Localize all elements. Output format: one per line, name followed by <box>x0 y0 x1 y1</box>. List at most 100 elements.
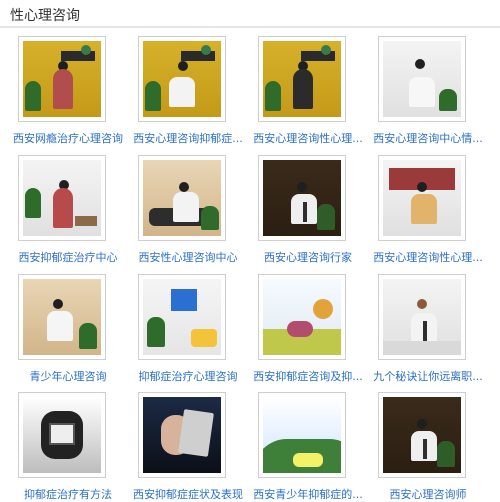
tree <box>313 299 333 319</box>
photo[interactable] <box>263 160 341 236</box>
plant <box>439 89 457 111</box>
person-head <box>297 182 307 192</box>
thumbnail-grid: 西安网瘾治疗心理咨询 西安心理咨询抑郁症... 西安心理咨询性心理... 西安心… <box>0 0 500 500</box>
photo[interactable] <box>383 279 461 355</box>
grid-item[interactable]: 西安心理咨询性心理... <box>368 155 488 265</box>
grid-item[interactable]: 抑郁症治疗心理咨询 <box>128 274 248 384</box>
thumbnail-caption[interactable]: 西安抑郁症咨询及抑... <box>248 368 368 382</box>
grid-item[interactable]: 九个秘诀让你远离职... <box>368 274 488 384</box>
thumbnail-frame[interactable] <box>378 392 466 478</box>
thumbnail-frame[interactable] <box>258 274 346 360</box>
desk <box>75 216 97 226</box>
wall-logo <box>171 289 197 311</box>
person <box>173 192 199 222</box>
grid-item[interactable]: 西安抑郁症咨询及抑... <box>248 274 368 384</box>
photo[interactable] <box>383 397 461 473</box>
plant <box>317 204 335 230</box>
torn-paper <box>178 409 214 457</box>
grid-item[interactable]: 西安心理咨询行家 <box>248 155 368 265</box>
plant <box>145 81 161 111</box>
photo[interactable] <box>143 279 221 355</box>
person-head <box>417 299 427 309</box>
sofa <box>191 329 217 347</box>
photo[interactable] <box>263 279 341 355</box>
grid-item[interactable]: 西安网瘾治疗心理咨询 <box>8 36 128 146</box>
thumbnail-caption[interactable]: 青少年心理咨询 <box>8 368 128 382</box>
logo-icon <box>201 45 211 55</box>
thumbnail-caption[interactable]: 西安心理咨询性心理... <box>248 130 368 144</box>
grid-item[interactable]: 西安青少年抑郁症的... <box>248 392 368 502</box>
plant <box>201 206 219 230</box>
grid-item[interactable]: 青少年心理咨询 <box>8 274 128 384</box>
thumbnail-frame[interactable] <box>18 155 106 241</box>
photo[interactable] <box>23 279 101 355</box>
thumbnail-frame[interactable] <box>378 155 466 241</box>
tie <box>423 321 427 341</box>
photo[interactable] <box>383 41 461 117</box>
thumbnail-caption[interactable]: 西安性心理咨询中心 <box>128 249 248 263</box>
photo[interactable] <box>143 41 221 117</box>
thumbnail-frame[interactable] <box>378 36 466 122</box>
plant <box>25 81 41 111</box>
plant <box>25 188 41 218</box>
plant <box>265 81 281 111</box>
plant <box>79 323 97 349</box>
thumbnail-caption[interactable]: 抑郁症治疗有方法 <box>8 486 128 500</box>
thumbnail-frame[interactable] <box>18 36 106 122</box>
thumbnail-caption[interactable]: 西安心理咨询性心理... <box>368 249 488 263</box>
thumbnail-caption[interactable]: 西安抑郁症症状及表现 <box>128 486 248 500</box>
thumbnail-frame[interactable] <box>138 392 226 478</box>
photo[interactable] <box>263 41 341 117</box>
person <box>169 77 195 107</box>
photo[interactable] <box>143 160 221 236</box>
thumbnail-frame[interactable] <box>18 392 106 478</box>
person <box>47 311 73 341</box>
grid-item[interactable]: 西安心理咨询抑郁症... <box>128 36 248 146</box>
photo[interactable] <box>23 41 101 117</box>
thumbnail-frame[interactable] <box>138 155 226 241</box>
frame <box>49 423 75 445</box>
photo[interactable] <box>143 397 221 473</box>
person-head <box>417 419 427 429</box>
person-head <box>179 182 189 192</box>
logo-icon <box>321 45 331 55</box>
thumbnail-caption[interactable]: 西安心理咨询抑郁症... <box>128 130 248 144</box>
grid-item[interactable]: 西安抑郁症治疗中心 <box>8 155 128 265</box>
thumbnail-frame[interactable] <box>258 36 346 122</box>
desk <box>383 341 461 355</box>
grid-item[interactable]: 西安性心理咨询中心 <box>128 155 248 265</box>
thumbnail-caption[interactable]: 西安抑郁症治疗中心 <box>8 249 128 263</box>
tie <box>303 202 307 222</box>
thumbnail-caption[interactable]: 西安心理咨询行家 <box>248 249 368 263</box>
grid-item[interactable]: 西安心理咨询师 <box>368 392 488 502</box>
thumbnail-frame[interactable] <box>258 392 346 478</box>
tie <box>423 439 427 459</box>
person <box>53 69 73 109</box>
thumbnail-caption[interactable]: 抑郁症治疗心理咨询 <box>128 368 248 382</box>
thumbnail-frame[interactable] <box>138 36 226 122</box>
flowers <box>293 453 323 467</box>
thumbnail-caption[interactable]: 九个秘诀让你远离职... <box>368 368 488 382</box>
person-head <box>415 59 425 69</box>
thumbnail-frame[interactable] <box>18 274 106 360</box>
thumbnail-frame[interactable] <box>258 155 346 241</box>
grid-item[interactable]: 西安抑郁症症状及表现 <box>128 392 248 502</box>
thumbnail-caption[interactable]: 西安心理咨询中心情... <box>368 130 488 144</box>
plant <box>437 441 455 467</box>
person-head <box>53 299 63 309</box>
thumbnail-caption[interactable]: 西安青少年抑郁症的... <box>248 486 368 500</box>
grid-item[interactable]: 抑郁症治疗有方法 <box>8 392 128 502</box>
photo[interactable] <box>263 397 341 473</box>
people <box>287 321 313 337</box>
thumbnail-caption[interactable]: 西安心理咨询师 <box>368 486 488 500</box>
grid-item[interactable]: 西安心理咨询性心理... <box>248 36 368 146</box>
grid-item[interactable]: 西安心理咨询中心情... <box>368 36 488 146</box>
thumbnail-caption[interactable]: 西安网瘾治疗心理咨询 <box>8 130 128 144</box>
person <box>53 188 73 228</box>
thumbnail-frame[interactable] <box>138 274 226 360</box>
photo[interactable] <box>383 160 461 236</box>
thumbnail-frame[interactable] <box>378 274 466 360</box>
person-head <box>178 61 188 71</box>
photo[interactable] <box>23 160 101 236</box>
photo[interactable] <box>23 397 101 473</box>
